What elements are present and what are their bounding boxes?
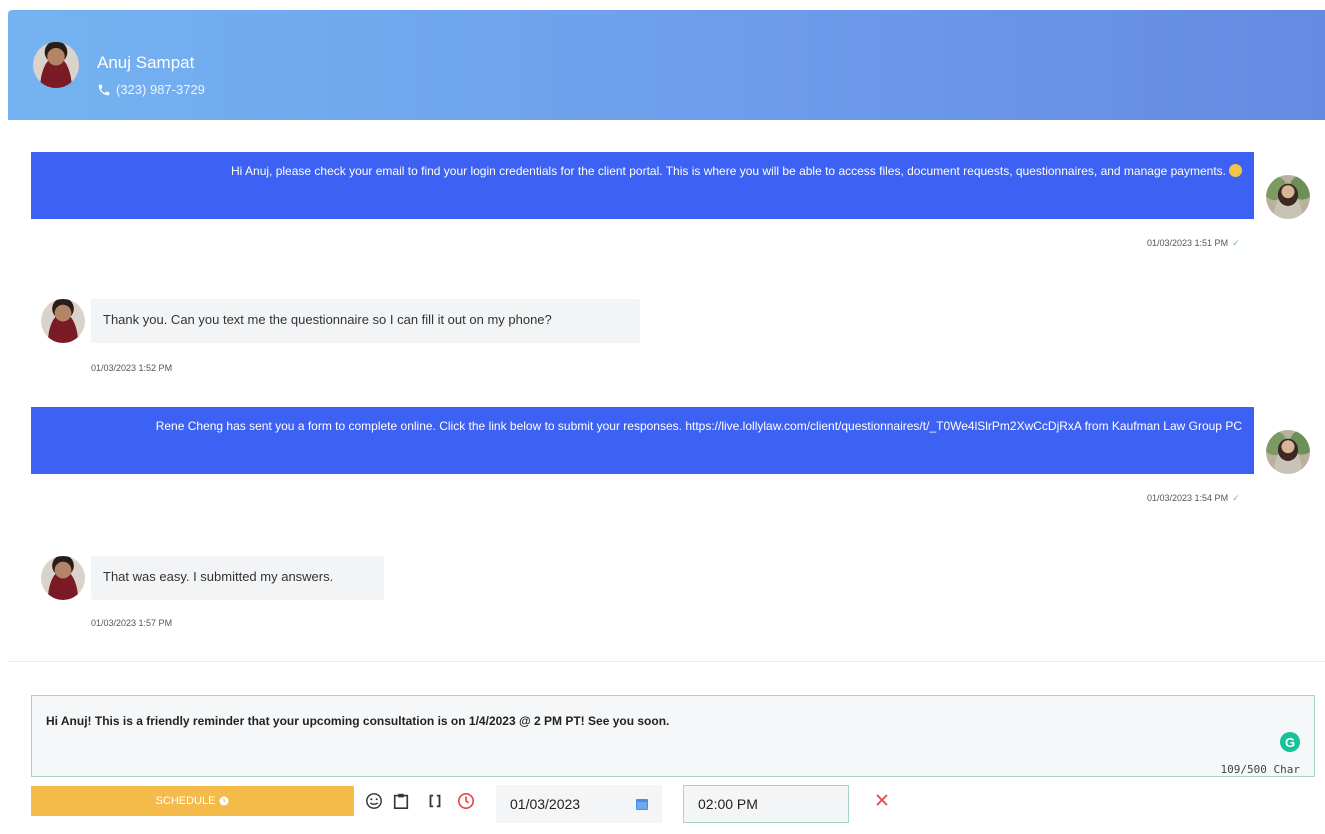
- chat-header: Anuj Sampat (323) 987-3729: [8, 10, 1325, 120]
- message-bubble-outgoing: Hi Anuj, please check your email to find…: [31, 152, 1254, 219]
- message-text: Thank you. Can you text me the questionn…: [103, 312, 552, 327]
- check-icon: ✓: [1232, 493, 1240, 503]
- message-text: Rene Cheng has sent you a form to comple…: [155, 419, 1242, 433]
- check-icon: ✓: [1232, 238, 1240, 248]
- char-counter: 109/500 Char: [1220, 763, 1300, 776]
- grammarly-icon[interactable]: G: [1280, 732, 1300, 752]
- calendar-icon[interactable]: [636, 798, 648, 810]
- contact-avatar: [41, 556, 85, 600]
- schedule-date-input[interactable]: 01/03/2023: [496, 785, 662, 823]
- contact-phone[interactable]: (323) 987-3729: [97, 82, 205, 97]
- message-timestamp: 01/03/2023 1:54 PM ✓: [1147, 493, 1240, 504]
- brackets-icon[interactable]: [426, 792, 444, 810]
- timestamp-text: 01/03/2023 1:51 PM: [1147, 238, 1229, 248]
- message-bubble-incoming: That was easy. I submitted my answers.: [91, 556, 384, 600]
- timestamp-text: 01/03/2023 1:54 PM: [1147, 493, 1229, 503]
- message-bubble-outgoing: Rene Cheng has sent you a form to comple…: [31, 407, 1254, 474]
- clock-icon[interactable]: [457, 792, 475, 810]
- schedule-button-label: SCHEDULE: [155, 795, 216, 807]
- close-icon[interactable]: [874, 792, 890, 808]
- phone-icon: [98, 84, 110, 95]
- contact-phone-number: (323) 987-3729: [116, 82, 205, 97]
- message-timestamp: 01/03/2023 1:57 PM: [91, 618, 173, 628]
- schedule-time-value: 02:00 PM: [698, 796, 758, 812]
- schedule-time-input[interactable]: 02:00 PM: [683, 785, 849, 823]
- composer-text[interactable]: Hi Anuj! This is a friendly reminder tha…: [46, 714, 669, 728]
- message-timestamp: 01/03/2023 1:51 PM ✓: [1147, 238, 1240, 249]
- contact-avatar: [33, 42, 79, 88]
- message-composer[interactable]: Hi Anuj! This is a friendly reminder tha…: [31, 695, 1315, 777]
- clock-icon: [219, 796, 229, 806]
- contact-name: Anuj Sampat: [97, 53, 195, 72]
- composer-divider: [8, 661, 1325, 662]
- emoji-icon: [1229, 164, 1242, 177]
- emoji-icon[interactable]: [365, 792, 383, 810]
- schedule-button[interactable]: SCHEDULE: [31, 786, 354, 816]
- agent-avatar: [1266, 175, 1310, 219]
- message-text: Hi Anuj, please check your email to find…: [231, 164, 1226, 178]
- schedule-date-value: 01/03/2023: [510, 796, 581, 812]
- message-text: That was easy. I submitted my answers.: [103, 569, 334, 584]
- contact-avatar: [41, 299, 85, 343]
- message-timestamp: 01/03/2023 1:52 PM: [91, 363, 173, 373]
- agent-avatar: [1266, 430, 1310, 474]
- message-bubble-incoming: Thank you. Can you text me the questionn…: [91, 299, 640, 343]
- clipboard-icon[interactable]: [392, 792, 410, 810]
